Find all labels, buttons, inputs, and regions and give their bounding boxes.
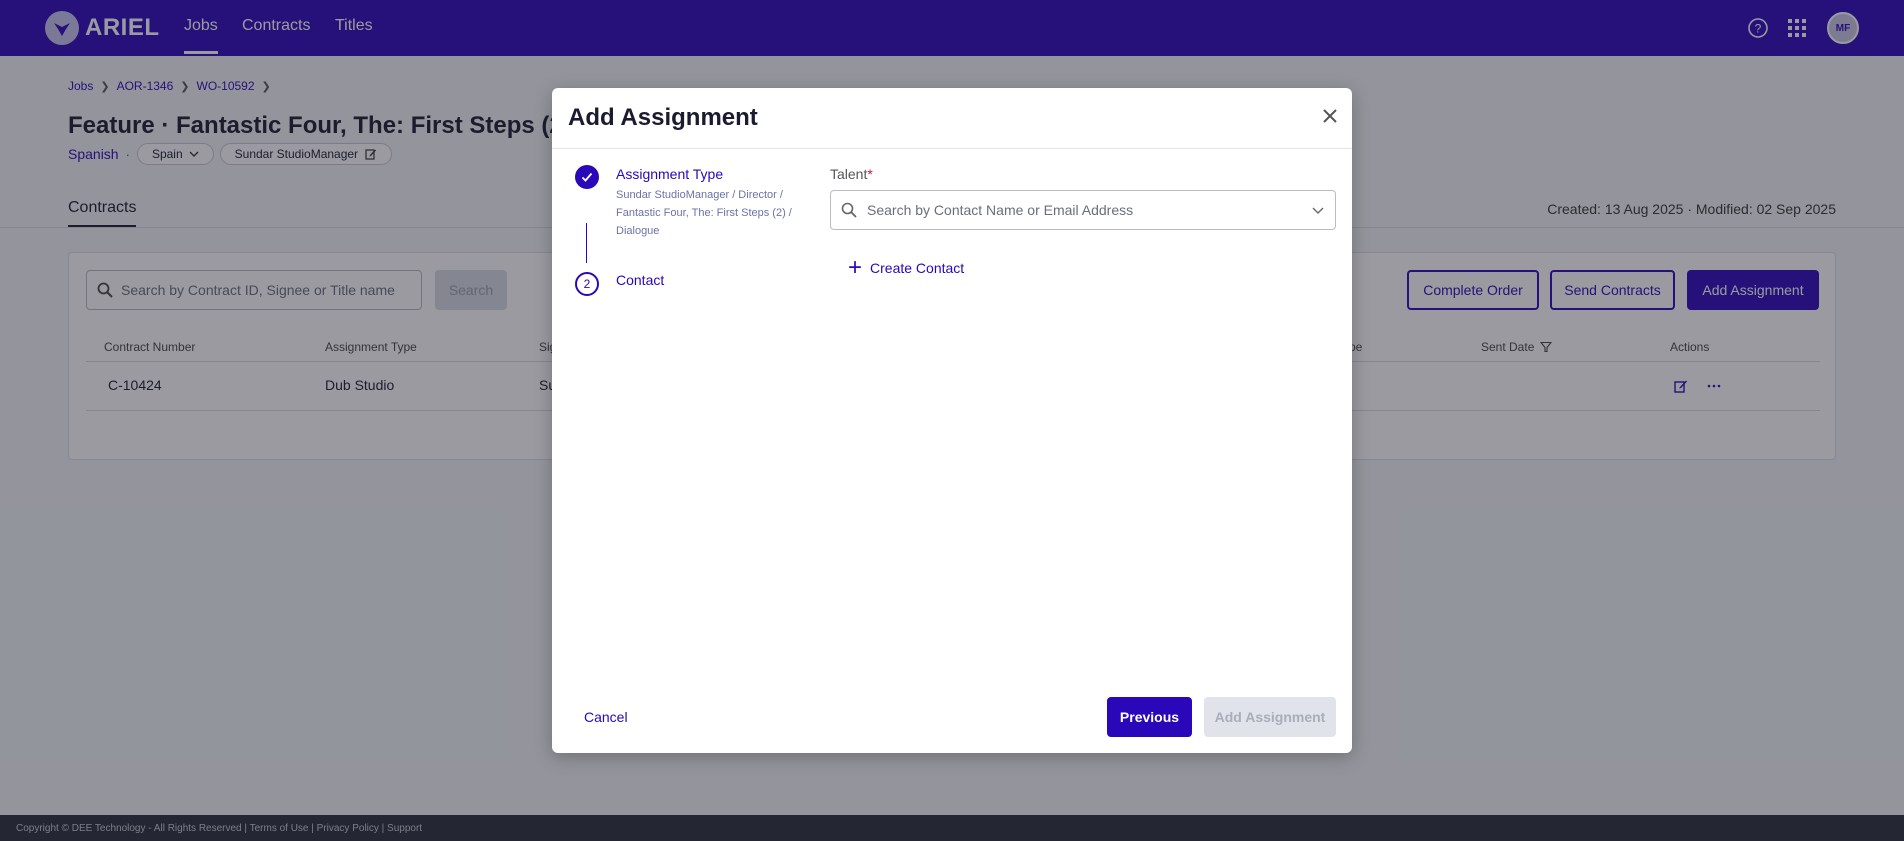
talent-label-text: Talent: [830, 166, 868, 182]
chevron-down-icon[interactable]: [1311, 203, 1325, 217]
close-icon[interactable]: [1318, 104, 1342, 128]
create-contact-link[interactable]: + Create Contact: [848, 256, 964, 280]
modal-title: Add Assignment: [568, 104, 758, 131]
step-complete-check-icon: [575, 165, 599, 189]
stepper-connector: [586, 223, 587, 263]
search-icon: [841, 202, 857, 218]
cancel-button[interactable]: Cancel: [584, 709, 628, 725]
step-contact[interactable]: Contact: [616, 272, 664, 288]
step-assignment-type[interactable]: Assignment Type: [616, 166, 723, 182]
add-assignment-submit-button[interactable]: Add Assignment: [1204, 697, 1336, 737]
required-marker: *: [867, 166, 873, 182]
previous-button[interactable]: Previous: [1107, 697, 1192, 737]
create-contact-label: Create Contact: [870, 260, 965, 276]
step-contact-number: 2: [575, 272, 599, 296]
step-assignment-type-detail: Sundar StudioManager / Director / Fantas…: [616, 189, 792, 237]
talent-search-input[interactable]: Search by Contact Name or Email Address: [830, 190, 1336, 230]
plus-icon: +: [848, 254, 863, 281]
add-assignment-modal: Add Assignment Assignment Type Sundar St…: [552, 88, 1352, 753]
talent-label: Talent*: [830, 166, 873, 182]
talent-search-placeholder: Search by Contact Name or Email Address: [867, 202, 1134, 218]
modal-header-divider: [552, 148, 1352, 149]
